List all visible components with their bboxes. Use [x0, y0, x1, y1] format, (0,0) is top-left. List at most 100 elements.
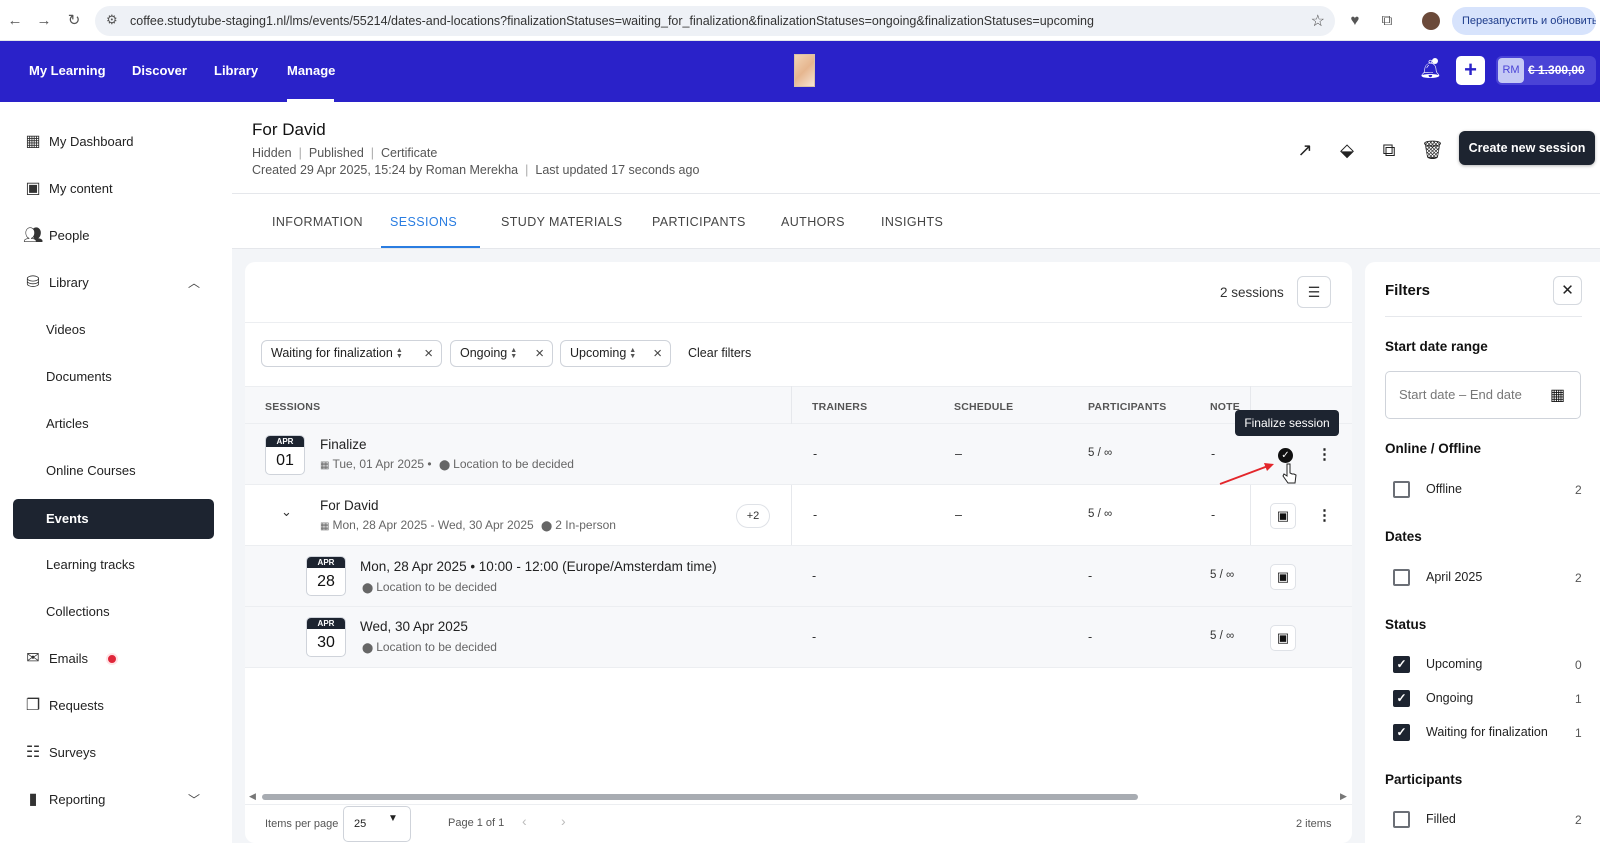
close-icon[interactable]: × [653, 341, 662, 366]
delete-icon[interactable]: 🗑︎ [1421, 139, 1444, 161]
sidebar-item-videos[interactable]: Videos [13, 310, 214, 350]
sidebar-item-people[interactable]: 👥︎ People [13, 216, 214, 256]
close-icon: ✕ [1561, 282, 1574, 299]
calendar-icon[interactable]: ▦ [1550, 385, 1565, 405]
nav-manage[interactable]: Manage [287, 63, 335, 78]
chevron-down-icon[interactable]: ⌄ [281, 504, 292, 520]
location-pin-icon: ⬤ [541, 521, 553, 532]
profile-avatar-icon[interactable] [1422, 12, 1440, 30]
table-row[interactable]: APR 30 Wed, 30 Apr 2025 ⬤ Location to be … [245, 607, 1352, 668]
session-name[interactable]: Finalize [320, 437, 367, 452]
clear-filters-link[interactable]: Clear filters [688, 346, 751, 360]
extensions-icon[interactable]: ⧉ [1378, 12, 1396, 30]
sidebar-item-requests[interactable]: ❐ Requests [13, 686, 214, 726]
sidebar-item-dashboard[interactable]: ▦ My Dashboard [13, 122, 214, 162]
filter-chip-waiting[interactable]: Waiting for finalization ▲ ▼ × [261, 340, 442, 367]
nav-library[interactable]: Library [214, 63, 258, 78]
company-logo[interactable] [794, 54, 815, 87]
column-header-sessions[interactable]: SESSIONS [265, 401, 320, 413]
offline-checkbox[interactable] [1393, 481, 1410, 498]
filter-chip-ongoing[interactable]: Ongoing ▲ ▼ × [450, 340, 553, 367]
session-name[interactable]: For David [320, 498, 379, 513]
sidebar-item-reporting[interactable]: ▮ Reporting ﹀ [13, 780, 214, 820]
tab-study-materials[interactable]: STUDY MATERIALS [501, 215, 623, 229]
column-header-schedule[interactable]: SCHEDULE [954, 401, 1013, 413]
tab-authors[interactable]: AUTHORS [781, 215, 845, 229]
filter-toggle-button[interactable]: ☰ [1297, 276, 1331, 308]
sidebar-item-articles[interactable]: Articles [13, 404, 214, 444]
sidebar-item-learning-tracks[interactable]: Learning tracks [13, 545, 214, 585]
tab-participants[interactable]: PARTICIPANTS [652, 215, 746, 229]
close-filters-button[interactable]: ✕ [1553, 276, 1582, 305]
tab-insights[interactable]: INSIGHTS [881, 215, 943, 229]
sidebar-item-emails[interactable]: ✉ Emails [13, 639, 214, 679]
finalize-session-check-icon[interactable]: ✓ [1278, 448, 1293, 463]
items-per-page-label: Items per page [265, 818, 339, 830]
participants-action-button[interactable]: ▣ [1270, 625, 1296, 651]
table-row[interactable]: APR 01 Finalize ▦ Tue, 01 Apr 2025 • ⬤ Loc… [245, 424, 1352, 485]
april-2025-count: 2 [1575, 571, 1582, 585]
participants-action-button[interactable]: ▣ [1270, 503, 1296, 529]
close-icon[interactable]: × [424, 341, 433, 366]
address-bar[interactable]: ⚙ coffee.studytube-staging1.nl/lms/event… [95, 6, 1335, 36]
restart-update-button[interactable]: Перезапустить и обновить [1452, 7, 1596, 35]
table-row[interactable]: ⌄ For David ▦ Mon, 28 Apr 2025 - Wed, 30 … [245, 485, 1352, 546]
previous-page-icon[interactable]: ‹ [522, 813, 527, 829]
session-name[interactable]: Mon, 28 Apr 2025 • 10:00 - 12:00 (Europe… [360, 559, 717, 574]
trainers-cell: - [812, 630, 817, 644]
schedule-cell: – [955, 447, 962, 461]
reload-icon[interactable]: ↻ [65, 12, 83, 30]
scroll-right-arrow-icon[interactable]: ▶ [1340, 791, 1347, 802]
nav-my-learning[interactable]: My Learning [29, 63, 106, 78]
trainers-cell: - [813, 508, 818, 522]
next-page-icon[interactable]: › [561, 813, 566, 829]
more-sessions-badge[interactable]: +2 [736, 504, 770, 528]
session-name[interactable]: Wed, 30 Apr 2025 [360, 619, 468, 634]
open-external-icon[interactable]: ↗ [1294, 139, 1316, 161]
sidebar-item-online-courses[interactable]: Online Courses [13, 451, 214, 491]
waiting-for-finalization-checkbox[interactable]: ✓ [1393, 724, 1410, 741]
scrollbar-thumb[interactable] [262, 794, 1138, 800]
more-options-icon[interactable]: ⋮ [1317, 508, 1332, 523]
column-header-participants[interactable]: PARTICIPANTS [1088, 401, 1166, 413]
column-header-trainers[interactable]: TRAINERS [812, 401, 867, 413]
site-settings-icon[interactable]: ⚙ [106, 12, 118, 28]
tab-sessions[interactable]: SESSIONS [390, 215, 457, 229]
ongoing-checkbox[interactable]: ✓ [1393, 690, 1410, 707]
user-menu[interactable]: RM € 1.300,00 [1496, 56, 1596, 85]
participants-action-button[interactable]: ▣ [1270, 564, 1296, 590]
sidebar-item-surveys[interactable]: ☷ Surveys [13, 733, 214, 773]
filled-checkbox[interactable] [1393, 811, 1410, 828]
back-icon[interactable]: ← [6, 12, 24, 30]
extension-heart-icon[interactable]: ♥ [1346, 12, 1364, 30]
filter-chip-upcoming[interactable]: Upcoming ▲ ▼ × [560, 340, 671, 367]
add-button[interactable]: + [1456, 56, 1485, 85]
location-pin-icon: ⬤ [438, 460, 451, 471]
sidebar-item-events[interactable]: Events [13, 499, 214, 539]
table-row[interactable]: APR 28 Mon, 28 Apr 2025 • 10:00 - 12:00 … [245, 546, 1352, 607]
sidebar-item-my-content[interactable]: ▣ My content [13, 169, 214, 209]
session-details: ▦ Mon, 28 Apr 2025 - Wed, 30 Apr 2025 ⬤ 2 … [320, 518, 616, 532]
nav-discover[interactable]: Discover [132, 63, 187, 78]
date-range-input[interactable]: Start date – End date ▦ [1385, 371, 1581, 419]
sidebar-item-label: Requests [49, 698, 104, 713]
upcoming-count: 0 [1575, 658, 1582, 672]
april-2025-checkbox[interactable] [1393, 569, 1410, 586]
copy-icon[interactable]: ⧉ [1378, 139, 1400, 161]
forward-icon[interactable]: → [35, 12, 53, 30]
tab-information[interactable]: INFORMATION [272, 215, 363, 229]
archive-icon[interactable]: ⬙ [1336, 139, 1358, 161]
more-options-icon[interactable]: ⋮ [1317, 447, 1332, 462]
sidebar-item-collections[interactable]: Collections [13, 592, 214, 632]
scroll-left-arrow-icon[interactable]: ◀ [249, 791, 256, 802]
close-icon[interactable]: × [535, 341, 544, 366]
contact-card-icon: ▣ [1276, 508, 1290, 523]
bookmark-star-icon[interactable]: ☆ [1311, 11, 1325, 31]
create-new-session-button[interactable]: Create new session [1459, 131, 1595, 165]
upcoming-checkbox[interactable]: ✓ [1393, 656, 1410, 673]
sidebar-item-library[interactable]: ⛁ Library ︿ [13, 263, 214, 303]
sidebar-item-documents[interactable]: Documents [13, 357, 214, 397]
bell-icon[interactable]: 🔔︎ [1419, 59, 1442, 80]
items-per-page-select[interactable]: 25 [343, 806, 411, 842]
sidebar-item-label: Learning tracks [46, 557, 135, 572]
